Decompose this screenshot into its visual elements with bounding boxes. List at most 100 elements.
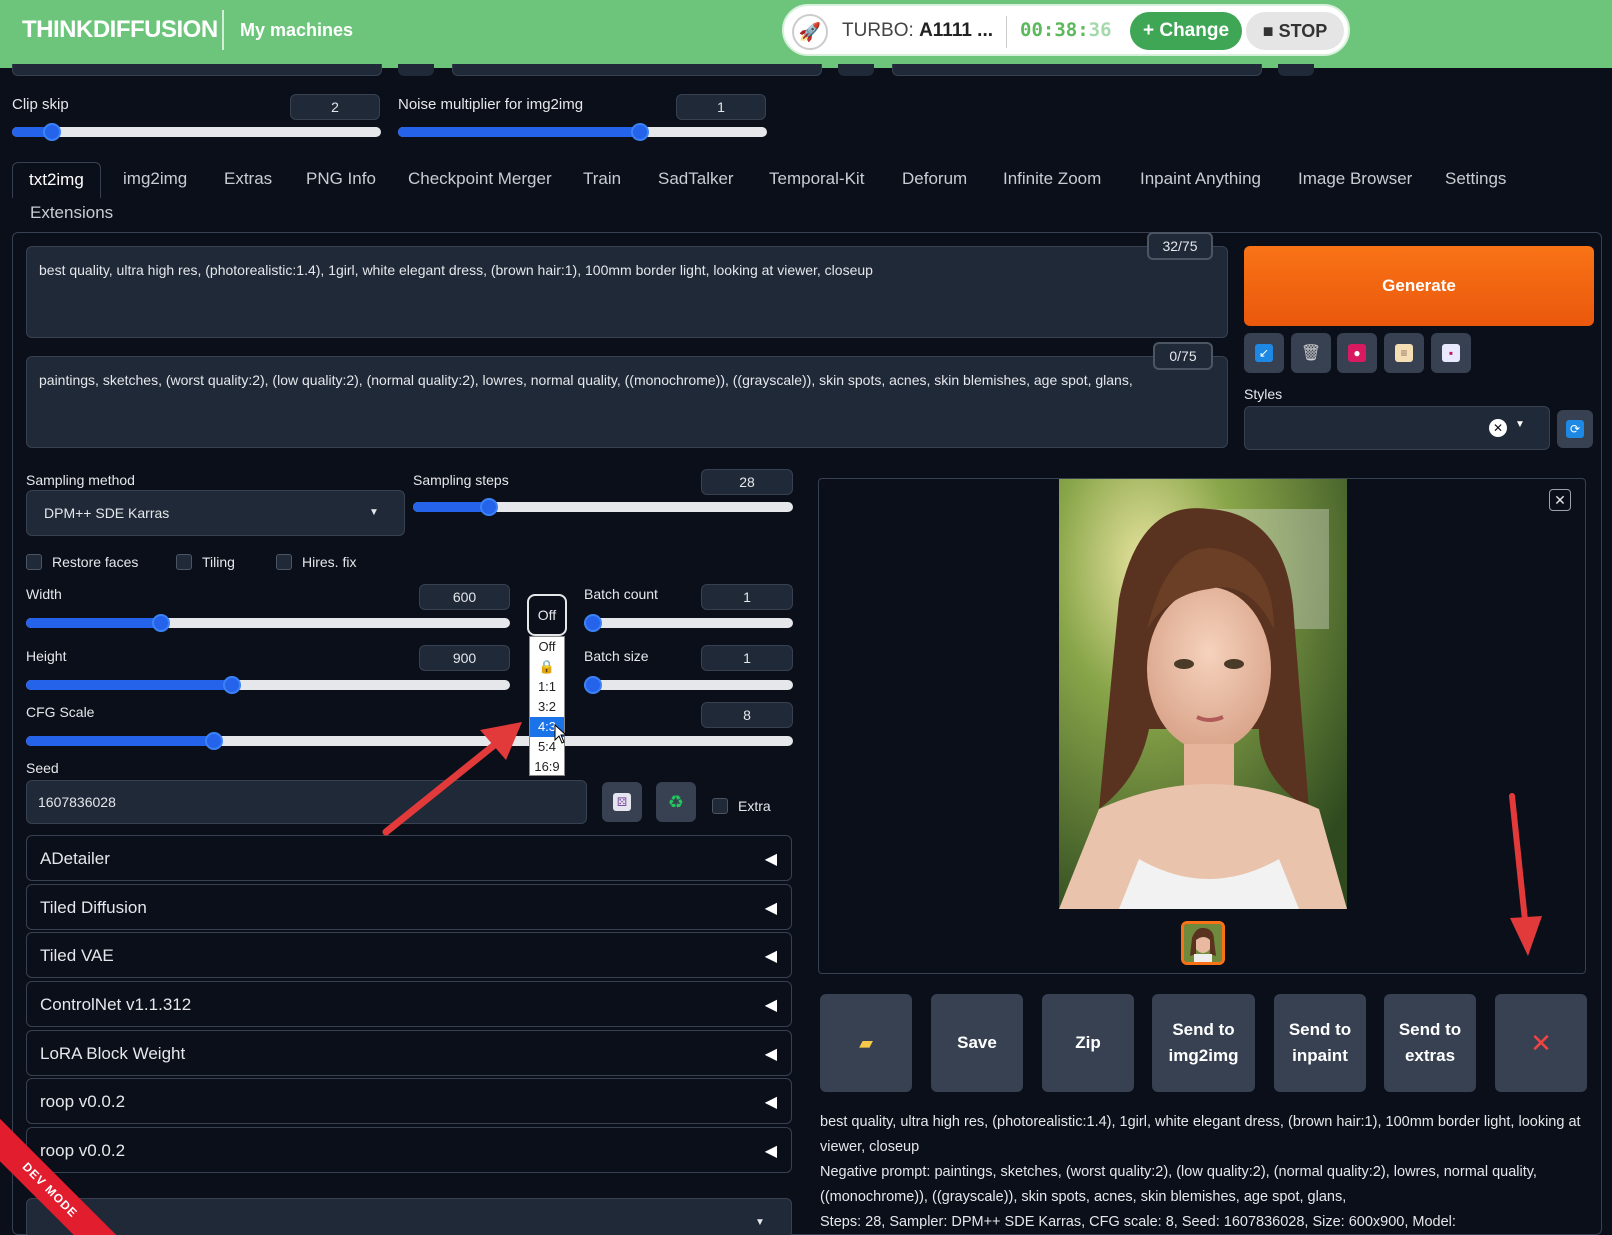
- tab-img2img[interactable]: img2img: [123, 162, 187, 198]
- accordion-adetailer[interactable]: ADetailer ◀: [26, 835, 792, 881]
- slider-thumb[interactable]: [223, 676, 241, 694]
- output-gallery: ✕: [818, 478, 1586, 974]
- clip-skip-label: Clip skip: [12, 96, 69, 113]
- slider-thumb[interactable]: [480, 498, 498, 516]
- tab-train[interactable]: Train: [583, 162, 621, 198]
- scrolled-button[interactable]: [398, 64, 434, 76]
- tab-extras[interactable]: Extras: [224, 162, 272, 198]
- read-params-button[interactable]: ↙: [1244, 333, 1284, 373]
- accordion-roop-2[interactable]: roop v0.0.2 ◀: [26, 1127, 792, 1173]
- clipboard-icon: ≡: [1395, 344, 1413, 362]
- width-slider[interactable]: [26, 614, 510, 632]
- aspect-option[interactable]: Off: [530, 637, 564, 657]
- height-slider[interactable]: [26, 676, 510, 694]
- lock-icon[interactable]: 🔒: [530, 657, 564, 677]
- batch-size-slider[interactable]: [584, 676, 793, 694]
- delete-button[interactable]: ✕: [1495, 994, 1587, 1092]
- hires-fix-checkbox[interactable]: [276, 554, 292, 570]
- gallery-thumbnail[interactable]: [1181, 921, 1225, 965]
- sampling-steps-slider[interactable]: [413, 498, 793, 516]
- generate-button[interactable]: Generate: [1244, 246, 1594, 326]
- tab-checkpoint-merger[interactable]: Checkpoint Merger: [408, 162, 552, 198]
- generated-image[interactable]: [1059, 479, 1347, 909]
- tab-png-info[interactable]: PNG Info: [306, 162, 376, 198]
- scrolled-button[interactable]: [1278, 64, 1314, 76]
- slider-thumb[interactable]: [43, 123, 61, 141]
- accordion-tiled-diffusion[interactable]: Tiled Diffusion ◀: [26, 884, 792, 930]
- save-button[interactable]: Save: [931, 994, 1023, 1092]
- send-to-extras-button[interactable]: Send to extras: [1384, 994, 1476, 1092]
- pill-separator: [1006, 16, 1007, 48]
- noise-multiplier-input[interactable]: 1: [676, 94, 766, 120]
- prompt-input[interactable]: best quality, ultra high res, (photoreal…: [26, 246, 1228, 338]
- tab-inpaint-anything[interactable]: Inpaint Anything: [1140, 162, 1261, 198]
- reuse-seed-button[interactable]: ♻: [656, 782, 696, 822]
- slider-thumb[interactable]: [584, 676, 602, 694]
- clip-skip-slider[interactable]: [12, 123, 381, 141]
- tab-temporal-kit[interactable]: Temporal-Kit: [769, 162, 864, 198]
- script-dropdown[interactable]: ▼: [26, 1198, 792, 1235]
- scrolled-input[interactable]: [892, 64, 1262, 76]
- cfg-scale-label: CFG Scale: [26, 704, 95, 720]
- send-to-inpaint-button[interactable]: Send to inpaint: [1274, 994, 1366, 1092]
- styles-dropdown[interactable]: ✕ ▼: [1244, 406, 1550, 450]
- noise-multiplier-slider[interactable]: [398, 123, 767, 141]
- accordion-lora-block-weight[interactable]: LoRA Block Weight ◀: [26, 1030, 792, 1076]
- restore-faces-checkbox[interactable]: [26, 554, 42, 570]
- aspect-option[interactable]: 16:9: [530, 757, 564, 777]
- tab-settings[interactable]: Settings: [1445, 162, 1506, 198]
- tab-image-browser[interactable]: Image Browser: [1298, 162, 1412, 198]
- scrolled-input[interactable]: [12, 64, 382, 76]
- clip-skip-input[interactable]: 2: [290, 94, 380, 120]
- batch-count-input[interactable]: 1: [701, 584, 793, 610]
- tab-deforum[interactable]: Deforum: [902, 162, 967, 198]
- save-style-button[interactable]: ▪: [1431, 333, 1471, 373]
- top-bar: THINKDIFFUSION My machines 🚀 TURBO: A111…: [0, 0, 1612, 68]
- scrolled-button[interactable]: [838, 64, 874, 76]
- height-input[interactable]: 900: [419, 645, 510, 671]
- stop-button[interactable]: ■ STOP: [1246, 12, 1344, 50]
- aspect-ratio-button[interactable]: Off: [527, 594, 567, 636]
- generation-info: best quality, ultra high res, (photoreal…: [820, 1110, 1592, 1235]
- close-icon[interactable]: ✕: [1549, 489, 1571, 511]
- tab-extensions[interactable]: Extensions: [30, 196, 113, 232]
- slider-thumb[interactable]: [152, 614, 170, 632]
- batch-count-slider[interactable]: [584, 614, 793, 632]
- refresh-styles-button[interactable]: ⟳: [1557, 410, 1593, 448]
- accordion-roop-1[interactable]: roop v0.0.2 ◀: [26, 1078, 792, 1124]
- slider-thumb[interactable]: [631, 123, 649, 141]
- generated-image-art: [1059, 479, 1347, 909]
- scrolled-input[interactable]: [452, 64, 822, 76]
- tiling-checkbox[interactable]: [176, 554, 192, 570]
- tab-txt2img[interactable]: txt2img: [12, 162, 101, 198]
- clear-prompt-button[interactable]: 🗑: [1291, 333, 1331, 373]
- zip-button[interactable]: Zip: [1042, 994, 1134, 1092]
- random-seed-button[interactable]: ⚄: [602, 782, 642, 822]
- send-to-img2img-button[interactable]: Send to img2img: [1152, 994, 1255, 1092]
- logo-separator: [222, 10, 224, 50]
- open-folder-button[interactable]: ▰: [820, 994, 912, 1092]
- change-button[interactable]: + Change: [1130, 12, 1242, 50]
- tab-infinite-zoom[interactable]: Infinite Zoom: [1003, 162, 1101, 198]
- slider-thumb[interactable]: [584, 614, 602, 632]
- width-input[interactable]: 600: [419, 584, 510, 610]
- tab-sadtalker[interactable]: SadTalker: [658, 162, 734, 198]
- thinkdiffusion-logo[interactable]: THINKDIFFUSION: [22, 16, 218, 44]
- sampling-method-dropdown[interactable]: DPM++ SDE Karras ▼: [26, 490, 405, 536]
- accordion-controlnet[interactable]: ControlNet v1.1.312 ◀: [26, 981, 792, 1027]
- sampling-steps-input[interactable]: 28: [701, 469, 793, 495]
- accordion-tiled-vae[interactable]: Tiled VAE ◀: [26, 932, 792, 978]
- width-label: Width: [26, 586, 62, 602]
- cfg-scale-input[interactable]: 8: [701, 702, 793, 728]
- aspect-option[interactable]: 1:1: [530, 677, 564, 697]
- slider-thumb[interactable]: [205, 732, 223, 750]
- trash-icon: 🗑: [1300, 345, 1322, 362]
- apply-style-button[interactable]: ≡: [1384, 333, 1424, 373]
- extra-networks-button[interactable]: ●: [1337, 333, 1377, 373]
- extra-seed-checkbox[interactable]: [712, 798, 728, 814]
- my-machines-link[interactable]: My machines: [240, 20, 353, 41]
- batch-size-input[interactable]: 1: [701, 645, 793, 671]
- aspect-option[interactable]: 3:2: [530, 697, 564, 717]
- negative-prompt-input[interactable]: paintings, sketches, (worst quality:2), …: [26, 356, 1228, 448]
- clear-icon[interactable]: ✕: [1489, 419, 1507, 437]
